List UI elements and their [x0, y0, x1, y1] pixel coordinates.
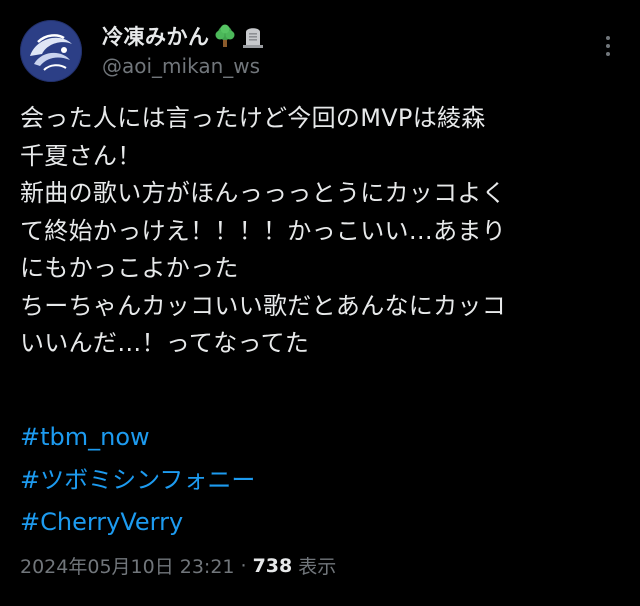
hashtag-link[interactable]: #tbm_now [20, 416, 255, 459]
timestamp[interactable]: 2024年05月10日 23:21 [20, 552, 235, 579]
more-options-icon[interactable] [596, 34, 620, 58]
avatar-image [20, 20, 82, 82]
hashtag-link[interactable]: #ツボミシンフォニー [20, 459, 255, 502]
hashtag-list: #tbm_now #ツボミシンフォニー #CherryVerry [20, 416, 255, 544]
tree-icon [212, 23, 238, 49]
headstone-icon [240, 23, 266, 49]
meta-separator: · [240, 554, 247, 577]
post-meta: 2024年05月10日 23:21 · 738 表示 [20, 552, 336, 579]
author-info: 冷凍みかん @aoi_mikan_ws [102, 22, 266, 78]
views-count: 738 [252, 554, 293, 577]
handle[interactable]: @aoi_mikan_ws [102, 54, 266, 78]
post-text: 会った人には言ったけど今回のMVPは綾森 千夏さん！ 新曲の歌い方がほんっっっと… [20, 104, 506, 357]
hashtag-link[interactable]: #CherryVerry [20, 501, 255, 544]
views-label: 表示 [298, 556, 337, 578]
display-name[interactable]: 冷凍みかん [102, 21, 210, 51]
tweet: 冷凍みかん @aoi_mikan_ws 会った人には言ったけど今回のMVPは綾森… [0, 0, 640, 606]
display-name-row: 冷凍みかん [102, 22, 266, 50]
avatar[interactable] [20, 20, 82, 82]
